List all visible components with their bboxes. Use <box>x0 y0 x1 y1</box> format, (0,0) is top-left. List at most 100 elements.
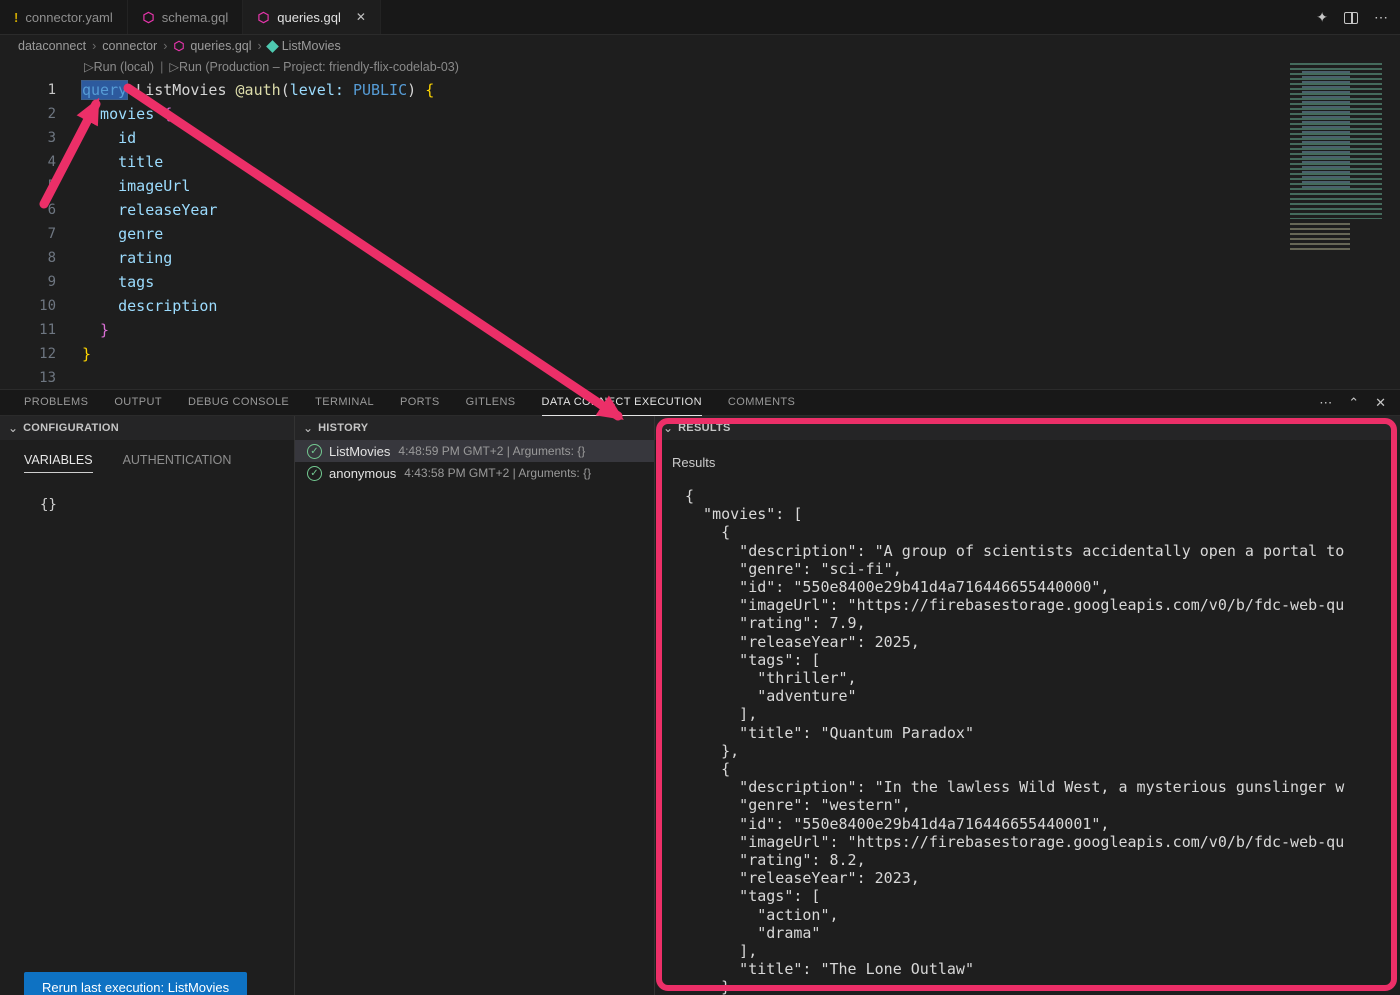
code-token: @auth <box>236 81 281 99</box>
close-panel-icon[interactable]: ✕ <box>1375 395 1386 411</box>
line-number: 11 <box>0 318 56 342</box>
code-line: 8 rating <box>0 246 1400 270</box>
chevron-right-icon: › <box>163 39 167 53</box>
panel-tab-gitlens[interactable]: GITLENS <box>466 390 516 416</box>
breadcrumb-dataconnect[interactable]: dataconnect <box>18 39 86 53</box>
code-line: 5 imageUrl <box>0 174 1400 198</box>
sparkle-icon[interactable]: ✦ <box>1316 9 1328 26</box>
line-number: 12 <box>0 342 56 366</box>
code-line: 4 title <box>0 150 1400 174</box>
code-token: description <box>82 297 217 315</box>
code-line: 6 releaseYear <box>0 198 1400 222</box>
minimap-lines <box>1290 223 1350 253</box>
maximize-panel-icon[interactable]: ⌃ <box>1348 395 1359 411</box>
run-local-link[interactable]: Run (local) <box>94 60 154 74</box>
line-number: 13 <box>0 366 56 390</box>
more-actions-icon[interactable]: ⋯ <box>1374 9 1388 26</box>
graphql-icon <box>257 11 270 24</box>
panel-tab-problems[interactable]: PROBLEMS <box>24 390 88 416</box>
rerun-last-execution-button[interactable]: Rerun last execution: ListMovies <box>24 972 247 995</box>
breadcrumb: dataconnect › connector › queries.gql › … <box>0 35 1400 57</box>
history-title: HISTORY <box>318 422 368 434</box>
editor-tab-bar: ! connector.yaml schema.gql queries.gql … <box>0 0 1400 35</box>
line-number: 3 <box>0 126 56 150</box>
results-header[interactable]: ⌄ RESULTS <box>655 416 1400 440</box>
code-token: } <box>82 321 109 339</box>
code-line: 9 tags <box>0 270 1400 294</box>
code-line: 13 <box>0 366 1400 390</box>
warning-icon: ! <box>14 10 18 25</box>
line-number: 4 <box>0 150 56 174</box>
success-check-icon: ✓ <box>307 466 322 481</box>
panel-tab-bar: PROBLEMS OUTPUT DEBUG CONSOLE TERMINAL P… <box>0 390 1400 416</box>
codelens: ▷Run (local)|▷Run (Production – Project:… <box>84 57 1400 78</box>
history-section: ⌄ HISTORY ✓ ListMovies 4:48:59 PM GMT+2 … <box>295 416 655 995</box>
tab-label: connector.yaml <box>25 10 112 25</box>
breadcrumb-queries-gql[interactable]: queries.gql <box>173 39 251 53</box>
line-number: 8 <box>0 246 56 270</box>
code-token: } <box>82 345 91 363</box>
line-number: 9 <box>0 270 56 294</box>
line-number: 1 <box>0 78 56 102</box>
breadcrumb-connector[interactable]: connector <box>102 39 157 53</box>
line-number: 2 <box>0 102 56 126</box>
code-token: id <box>82 129 136 147</box>
panel-tab-data-connect-execution[interactable]: DATA CONNECT EXECUTION <box>542 390 702 416</box>
graphql-icon <box>142 11 155 24</box>
history-item-anonymous[interactable]: ✓ anonymous 4:43:58 PM GMT+2 | Arguments… <box>295 462 654 484</box>
code-token: movies <box>82 105 163 123</box>
tab-variables[interactable]: VARIABLES <box>24 453 93 473</box>
history-item-name: ListMovies <box>329 444 390 459</box>
code-line: 12 } <box>0 342 1400 366</box>
run-production-link[interactable]: Run (Production – Project: friendly-flix… <box>179 60 459 74</box>
panel-tab-debug-console[interactable]: DEBUG CONSOLE <box>188 390 289 416</box>
tab-queries-gql[interactable]: queries.gql ✕ <box>243 0 381 34</box>
configuration-section: ⌄ CONFIGURATION VARIABLES AUTHENTICATION… <box>0 416 295 995</box>
minimap[interactable] <box>1282 59 1400 259</box>
variables-value: {} <box>40 497 294 513</box>
tab-authentication[interactable]: AUTHENTICATION <box>123 453 232 473</box>
code-token: title <box>82 153 163 171</box>
configuration-tabs: VARIABLES AUTHENTICATION <box>24 453 294 473</box>
tab-connector-yaml[interactable]: ! connector.yaml <box>0 0 128 34</box>
code-token: genre <box>82 225 163 243</box>
editor-actions: ✦ ⋯ <box>1316 0 1388 35</box>
code-editor[interactable]: ▷Run (local)|▷Run (Production – Project:… <box>0 57 1400 390</box>
breadcrumb-listmovies[interactable]: ListMovies <box>268 39 341 53</box>
vscode-window: ! connector.yaml schema.gql queries.gql … <box>0 0 1400 995</box>
codelens-divider: | <box>160 60 163 74</box>
history-header[interactable]: ⌄ HISTORY <box>295 416 654 440</box>
configuration-header[interactable]: ⌄ CONFIGURATION <box>0 416 294 440</box>
tab-label: schema.gql <box>162 10 228 25</box>
line-number: 7 <box>0 222 56 246</box>
results-json: { "movies": [ { "description": "A group … <box>685 487 1400 995</box>
panel-tab-comments[interactable]: COMMENTS <box>728 390 795 416</box>
history-item-meta: 4:48:59 PM GMT+2 | Arguments: {} <box>398 444 585 458</box>
panel-tab-terminal[interactable]: TERMINAL <box>315 390 374 416</box>
chevron-right-icon: › <box>258 39 262 53</box>
panel-actions: ⋯ ⌃ ✕ <box>1319 390 1386 416</box>
more-actions-icon[interactable]: ⋯ <box>1319 395 1332 411</box>
chevron-down-icon: ⌄ <box>8 422 18 434</box>
breadcrumb-label: ListMovies <box>282 39 341 53</box>
line-number: 6 <box>0 198 56 222</box>
code-line: 3 id <box>0 126 1400 150</box>
configuration-title: CONFIGURATION <box>23 422 119 434</box>
code-token: imageUrl <box>82 177 190 195</box>
graphql-icon <box>173 40 185 52</box>
code-token: { <box>425 81 434 99</box>
code-token: releaseYear <box>82 201 217 219</box>
panel-tab-output[interactable]: OUTPUT <box>114 390 162 416</box>
code-token: rating <box>82 249 172 267</box>
tab-label: queries.gql <box>277 10 341 25</box>
line-number: 10 <box>0 294 56 318</box>
symbol-icon <box>266 40 279 53</box>
results-section[interactable]: ⌄ RESULTS Results { "movies": [ { "descr… <box>655 416 1400 995</box>
split-editor-icon[interactable] <box>1344 12 1358 24</box>
code-token: PUBLIC <box>353 81 407 99</box>
history-item-listmovies[interactable]: ✓ ListMovies 4:48:59 PM GMT+2 | Argument… <box>295 440 654 462</box>
tab-schema-gql[interactable]: schema.gql <box>128 0 243 34</box>
panel-tab-ports[interactable]: PORTS <box>400 390 440 416</box>
chevron-right-icon: › <box>92 39 96 53</box>
close-icon[interactable]: ✕ <box>356 10 366 24</box>
